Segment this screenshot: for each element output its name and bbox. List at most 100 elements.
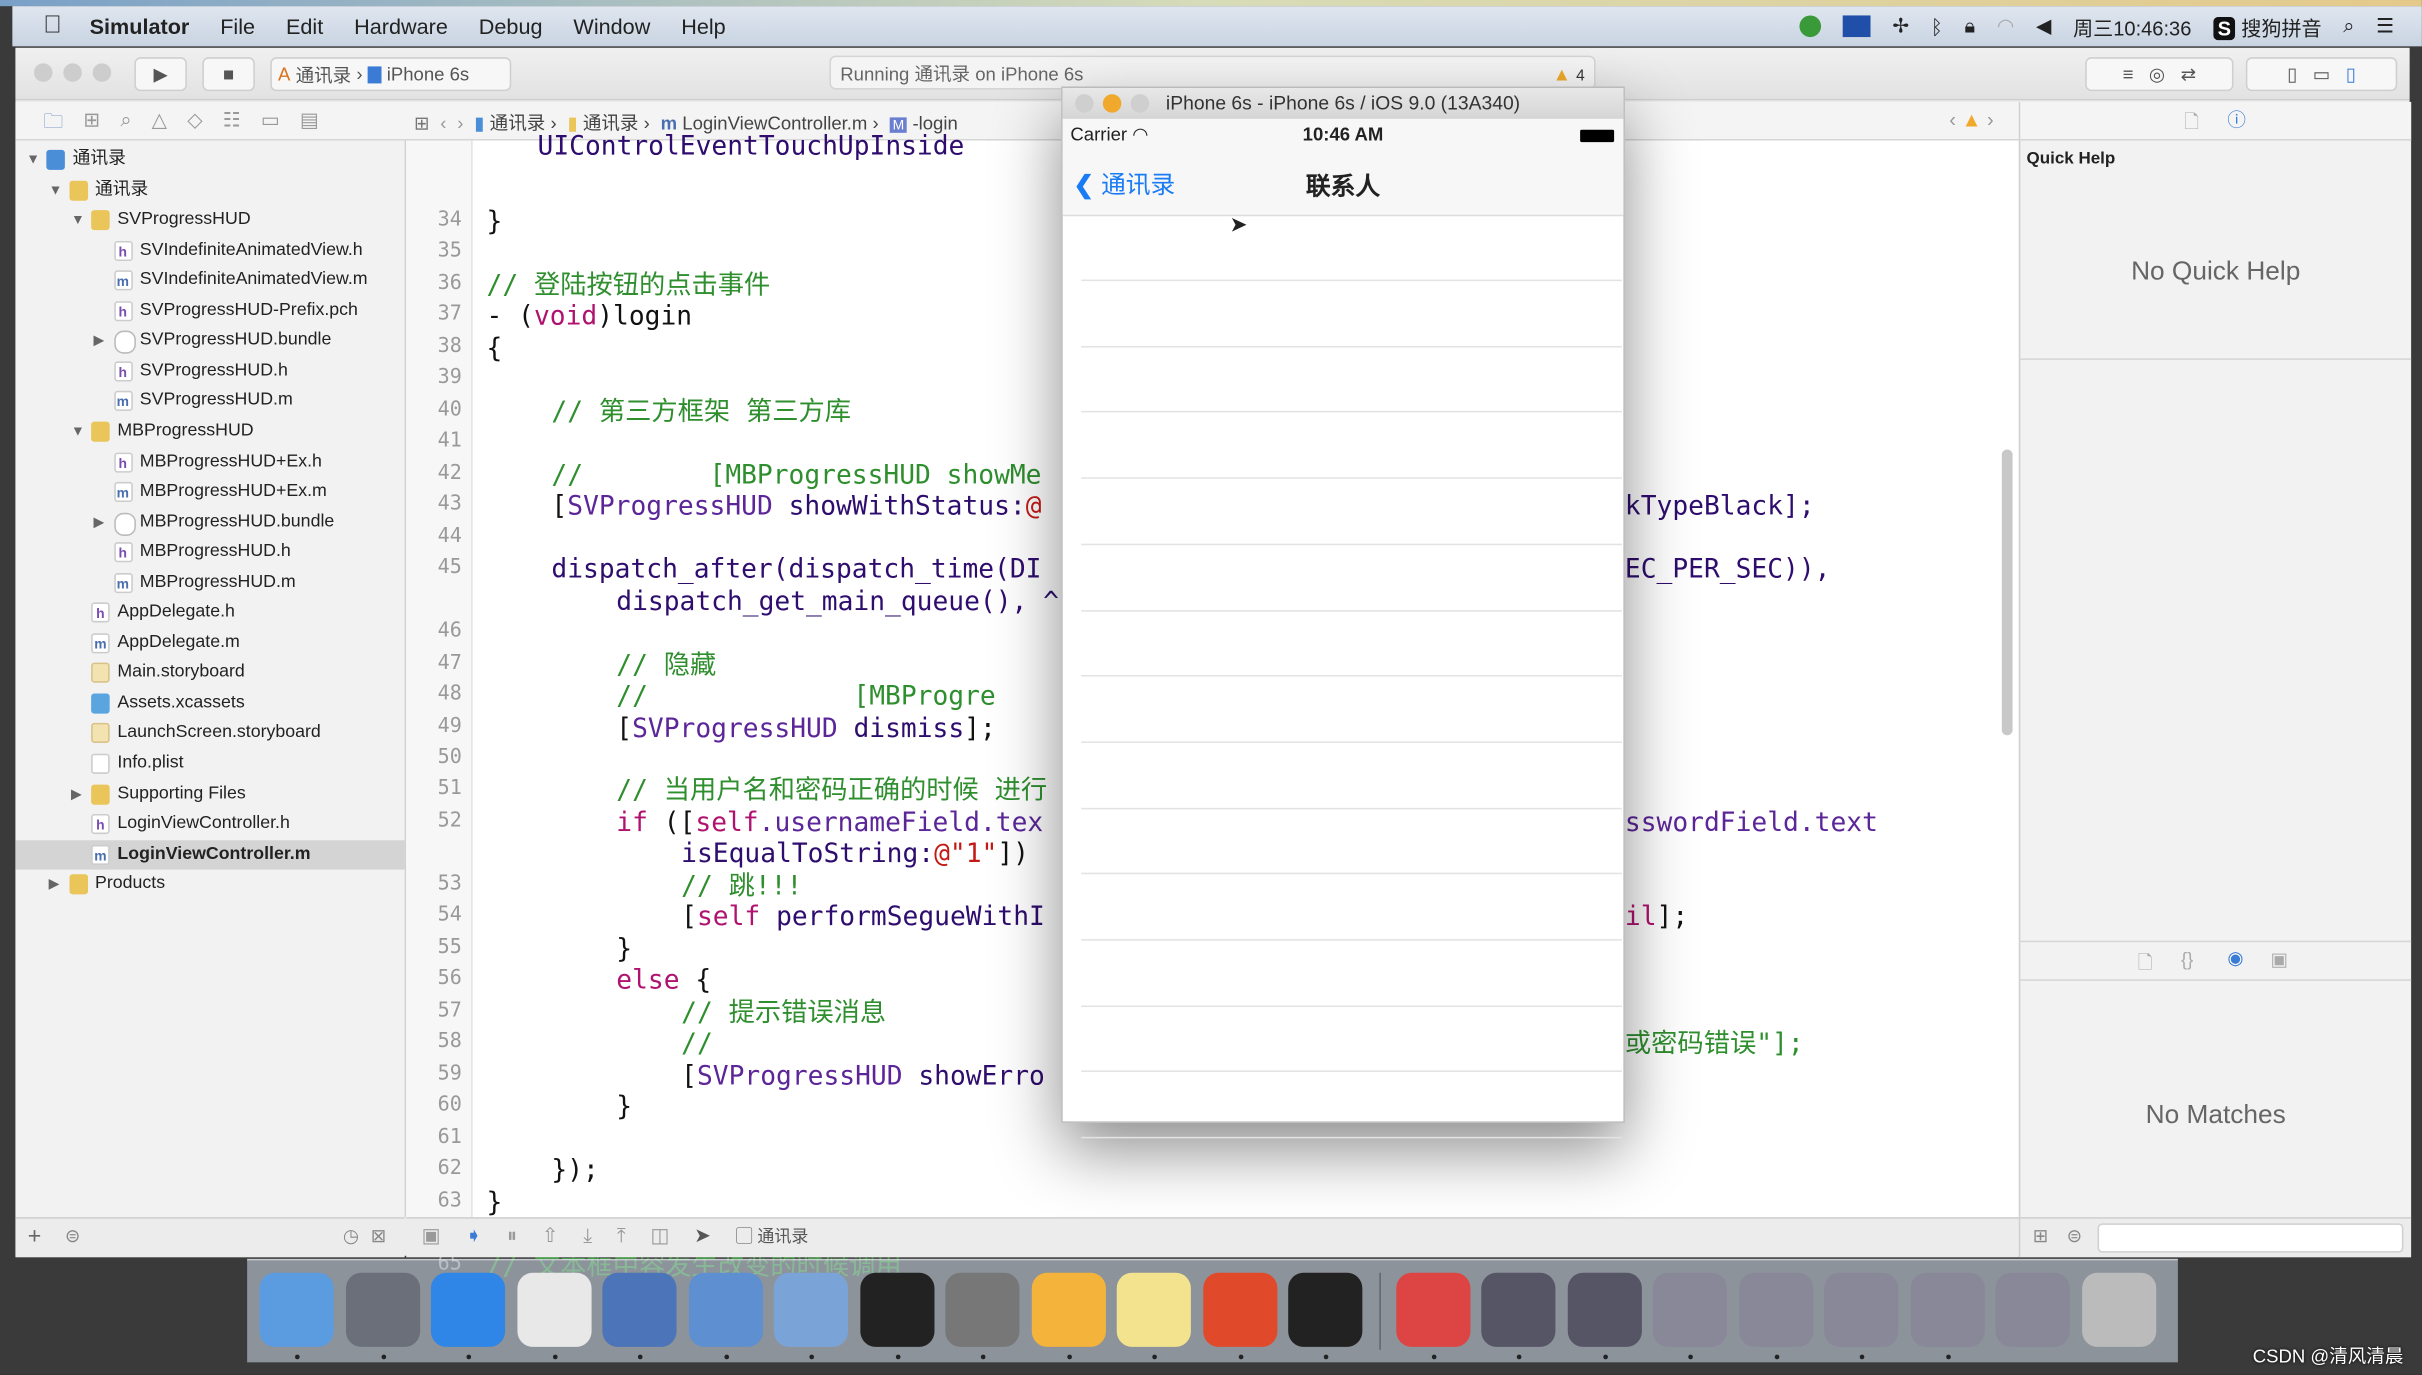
dock-app-finder-icon[interactable] xyxy=(259,1272,334,1347)
notification-center-icon[interactable]: ☰ xyxy=(2376,14,2394,39)
pause-icon[interactable]: ⏸︎ xyxy=(507,1223,517,1248)
dock-app-sketch-icon[interactable] xyxy=(1031,1272,1106,1347)
navigator-item[interactable]: m MBProgressHUD+Ex.m xyxy=(15,477,404,506)
navigator-item[interactable]: ▼ 通讯录 xyxy=(15,145,404,174)
dock-app-system-preferences-icon[interactable] xyxy=(945,1272,1020,1347)
scheme-selector[interactable]: A 通讯录 › iPhone 6s xyxy=(270,57,512,92)
navigator-item[interactable]: m SVIndefiniteAnimatedView.m xyxy=(15,266,404,295)
navigator-item[interactable]: h LoginViewController.h xyxy=(15,810,404,839)
run-button[interactable]: ▶ xyxy=(134,57,187,92)
forward-icon[interactable]: › xyxy=(457,112,463,134)
dock-app-launchpad-icon[interactable] xyxy=(345,1272,420,1347)
navigator-item[interactable]: Info.plist xyxy=(15,749,404,778)
dock-app-screens-icon[interactable] xyxy=(1566,1272,1642,1347)
disclosure-closed-icon[interactable]: ▶ xyxy=(49,870,60,899)
menu-file[interactable]: File xyxy=(220,14,255,39)
step-in-icon[interactable]: ⤓ xyxy=(583,1223,592,1248)
navigator-item[interactable]: Assets.xcassets xyxy=(15,689,404,718)
toggle-utilities-icon[interactable]: ▯ xyxy=(2346,63,2356,85)
library-search-input[interactable] xyxy=(2097,1223,2404,1253)
dock-app-screens-icon[interactable] xyxy=(1909,1272,1985,1347)
version-editor-icon[interactable]: ⇄ xyxy=(2181,63,2197,85)
wifi-icon[interactable]: ◠ xyxy=(1997,14,2015,39)
navigator-item[interactable]: ▼ 通讯录 xyxy=(15,175,404,204)
dock-app-notes-icon[interactable] xyxy=(1116,1272,1191,1347)
disclosure-closed-icon[interactable]: ▶ xyxy=(93,508,104,537)
step-out-icon[interactable]: ⤒ xyxy=(617,1223,626,1248)
media-library-icon[interactable]: ▣ xyxy=(2271,948,2289,970)
step-over-icon[interactable]: ⇧ xyxy=(542,1223,559,1248)
navigator-item[interactable]: m MBProgressHUD.m xyxy=(15,568,404,597)
navigator-item[interactable]: Main.storyboard xyxy=(15,659,404,688)
minimize-window-button[interactable] xyxy=(1102,94,1122,113)
disclosure-open-icon[interactable]: ▼ xyxy=(71,206,85,235)
navigator-item[interactable]: ▶ Supporting Files xyxy=(15,779,404,808)
quick-help-icon[interactable]: ⓘ xyxy=(2227,107,2246,133)
breakpoints-toggle-icon[interactable]: ➧ xyxy=(465,1223,482,1248)
standard-editor-icon[interactable]: ≡ xyxy=(2123,63,2134,85)
minimize-window-button[interactable] xyxy=(63,63,82,82)
disclosure-open-icon[interactable]: ▼ xyxy=(71,417,85,446)
dock-app-mouse-icon[interactable] xyxy=(516,1272,591,1347)
dock-app-safari-icon[interactable] xyxy=(430,1272,506,1347)
dock-app-wps-icon[interactable] xyxy=(1202,1272,1277,1347)
toggle-navigator-icon[interactable]: ▯ xyxy=(2287,63,2297,85)
disclosure-open-icon[interactable]: ▼ xyxy=(26,145,40,174)
editor-mode-segmented[interactable]: ≡ ◎ ⇄ xyxy=(2085,57,2234,92)
dock-app-trash-icon[interactable] xyxy=(2081,1272,2156,1347)
symbol-navigator-icon[interactable]: ⊞ xyxy=(83,108,100,142)
dock-app-screens-icon[interactable] xyxy=(1824,1272,1899,1347)
add-icon[interactable]: + xyxy=(28,1223,42,1249)
grid-view-icon[interactable]: ⊞ xyxy=(2033,1225,2049,1247)
zoom-window-button[interactable] xyxy=(1130,94,1150,113)
object-library-icon[interactable]: ◉ xyxy=(2227,947,2243,969)
debug-navigator-icon[interactable]: ☷ xyxy=(223,108,241,142)
bluetooth-icon[interactable]: ᛒ xyxy=(1931,15,1943,38)
dock-app-terminal-icon[interactable] xyxy=(859,1272,934,1347)
filter-icon[interactable]: ⊜ xyxy=(2067,1225,2083,1247)
code-snippet-icon[interactable]: {} xyxy=(2181,948,2193,970)
find-navigator-icon[interactable]: ⌕ xyxy=(120,108,131,142)
menu-edit[interactable]: Edit xyxy=(286,14,323,39)
stop-button[interactable]: ■ xyxy=(202,57,255,92)
apple-icon[interactable]:  xyxy=(43,12,62,40)
fan-icon[interactable]: ✢ xyxy=(1892,14,1909,39)
breakpoint-navigator-icon[interactable]: ▭ xyxy=(261,108,280,142)
dock-app-keynote-icon[interactable] xyxy=(602,1272,677,1347)
menu-window[interactable]: Window xyxy=(573,14,650,39)
recent-files-icon[interactable]: ◷ xyxy=(343,1225,359,1247)
location-icon[interactable]: ➤ xyxy=(694,1223,711,1248)
volume-icon[interactable]: ◀ xyxy=(2036,14,2051,39)
dock-app-instruments-icon[interactable] xyxy=(773,1272,848,1347)
editor-scrollbar[interactable] xyxy=(2001,449,2013,736)
menu-debug[interactable]: Debug xyxy=(479,14,543,39)
navigator-item[interactable]: m AppDelegate.m xyxy=(15,628,404,657)
issue-stepper[interactable]: ‹ ▲ › xyxy=(1949,108,1993,131)
navigator-item[interactable]: ▶ SVProgressHUD.bundle xyxy=(15,326,404,355)
dock-app-xcode-icon[interactable] xyxy=(688,1272,763,1347)
navigator-item[interactable]: ▼ SVProgressHUD xyxy=(15,206,404,235)
issue-navigator-icon[interactable]: △ xyxy=(152,108,167,142)
dock-app-exec-icon[interactable] xyxy=(1288,1272,1363,1347)
navigator-item[interactable]: h SVProgressHUD-Prefix.pch xyxy=(15,296,404,325)
scm-filter-icon[interactable]: ⊠ xyxy=(371,1225,387,1247)
disclosure-open-icon[interactable]: ▼ xyxy=(49,175,63,204)
view-hierarchy-icon[interactable]: ◫ xyxy=(650,1223,669,1248)
close-window-button[interactable] xyxy=(1075,94,1094,113)
menu-help[interactable]: Help xyxy=(681,14,725,39)
debug-target[interactable]: ▢ 通讯录 xyxy=(736,1223,809,1248)
dock-app-screens-icon[interactable] xyxy=(1738,1272,1813,1347)
navigator-item[interactable]: h AppDelegate.h xyxy=(15,598,404,627)
related-items-icon[interactable]: ⊞ xyxy=(414,112,430,134)
close-window-button[interactable] xyxy=(33,63,53,82)
spotlight-icon[interactable]: ⌕ xyxy=(2343,14,2354,39)
dock-app-screens-icon[interactable] xyxy=(1995,1272,2070,1347)
dock-app-screens-icon[interactable] xyxy=(1652,1272,1727,1347)
disclosure-closed-icon[interactable]: ▶ xyxy=(71,779,82,808)
project-navigator-icon[interactable]: 🗀︎ xyxy=(43,108,63,142)
navigator-item[interactable]: m LoginViewController.m xyxy=(15,839,405,870)
navigator-item[interactable]: h SVIndefiniteAnimatedView.h xyxy=(15,236,404,265)
toggle-debug-icon[interactable]: ▭ xyxy=(2313,63,2331,85)
dock-app-quicktime-icon[interactable] xyxy=(1395,1272,1470,1347)
navigator-item[interactable]: h MBProgressHUD.h xyxy=(15,538,404,567)
